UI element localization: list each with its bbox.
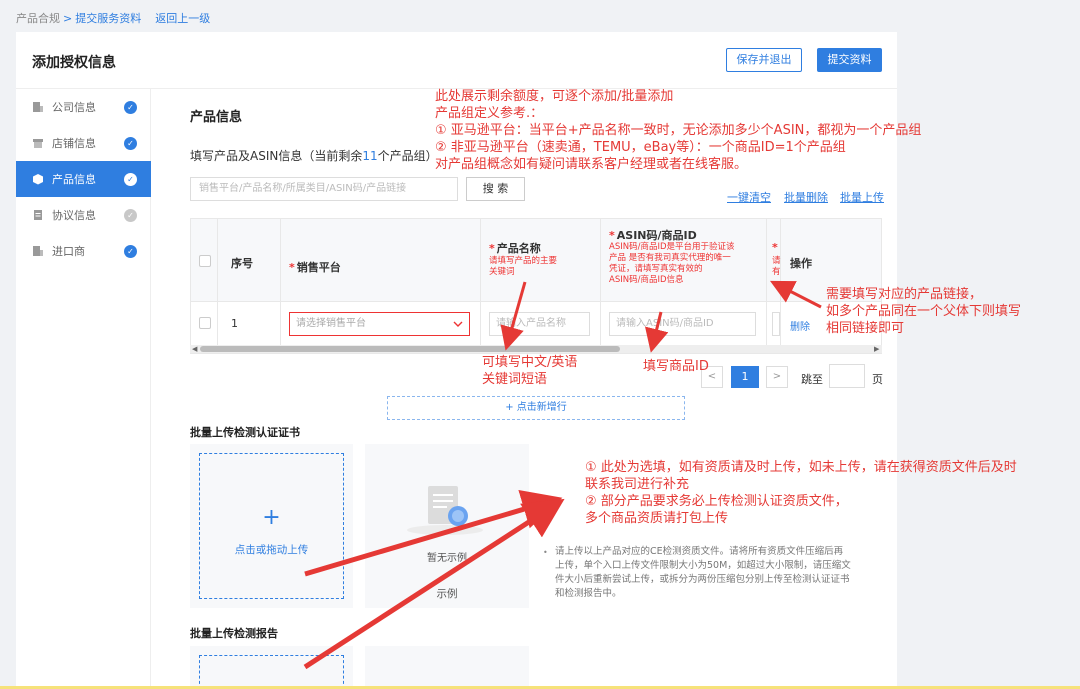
arrow-icon — [500, 281, 527, 351]
arrow-icon — [304, 489, 563, 577]
arrow-icon — [644, 311, 669, 353]
annotation-arrows — [303, 280, 822, 670]
arrow-icon — [303, 498, 565, 670]
arrow-icon — [769, 280, 822, 309]
